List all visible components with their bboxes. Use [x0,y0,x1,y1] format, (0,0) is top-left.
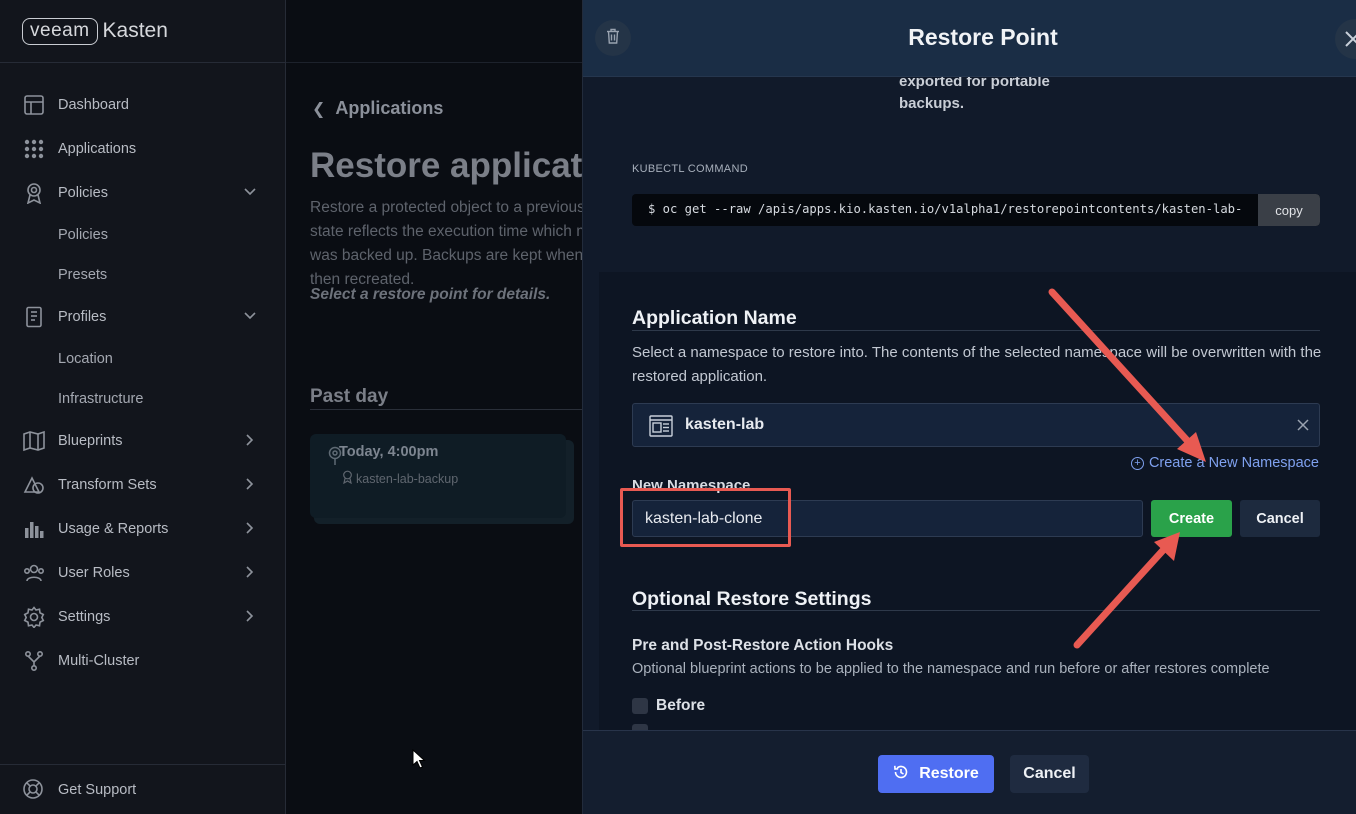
main-topbar [286,0,582,63]
blueprints-icon [22,429,46,453]
get-support-label: Get Support [58,781,137,798]
sidebar-item-label: Usage & Reports [58,521,169,537]
policy-icon [342,470,353,487]
back-label: Applications [335,98,444,118]
before-checkbox[interactable] [632,698,648,714]
create-new-namespace-label: Create a New Namespace [1148,455,1319,471]
kubectl-command[interactable]: $ oc get --raw /apis/apps.kio.kasten.io/… [648,202,1260,216]
transform-sets-icon [22,473,46,497]
kubectl-command-box: $ oc get --raw /apis/apps.kio.kasten.io/… [632,194,1320,226]
restore-point-panel: exported for portable backups. Restore P… [582,0,1356,814]
sidebar-item-applications[interactable]: Applications [0,127,285,171]
sidebar-item-label: Applications [58,141,137,157]
sidebar-item-usage-reports[interactable]: Usage & Reports [0,507,285,551]
sidebar-subitem-policies[interactable]: Policies [0,215,285,255]
optional-settings-heading: Optional Restore Settings [632,588,872,610]
cancel-namespace-button[interactable]: Cancel [1240,500,1320,537]
logo[interactable]: veeam Kasten [0,0,285,63]
chevron-right-icon[interactable] [243,609,257,627]
sidebar-item-policies[interactable]: Policies [0,171,285,215]
restore-icon [893,764,919,785]
select-hint: Select a restore point for details. [310,286,551,303]
policies-icon [22,181,46,205]
restore-label: Restore [919,765,979,782]
sidebar-item-label: Multi-Cluster [58,653,140,669]
sidebar-subitem-location[interactable]: Location [0,339,285,379]
divider [632,610,1320,611]
veeam-logo: veeam [22,17,98,45]
divider [310,409,582,410]
panel-title: Restore Point [908,24,1058,50]
divider [632,330,1320,331]
sidebar-item-label: Profiles [58,309,107,325]
profiles-icon [22,305,46,329]
sidebar-item-dashboard[interactable]: Dashboard [0,83,285,127]
get-support-link[interactable]: Get Support [0,764,285,814]
back-to-applications-link[interactable]: ❮ Applications [312,98,443,119]
chevron-right-icon[interactable] [243,477,257,495]
chevron-down-icon[interactable] [243,185,257,203]
sidebar-item-multi-cluster[interactable]: Multi-Cluster [0,639,285,683]
mouse-cursor-icon [412,748,426,774]
applications-icon [22,137,46,161]
dashboard-icon [22,93,46,117]
page-description: Restore a protected object to a previous… [310,199,582,288]
namespace-select[interactable]: kasten-lab [632,403,1320,447]
restore-point-name: kasten-lab-backup [356,471,459,486]
sidebar-item-transform-sets[interactable]: Transform Sets [0,463,285,507]
sidebar: veeam Kasten Dashboard Applications Poli… [0,0,286,814]
restore-point-policy: kasten-lab-backup [342,470,458,487]
main-content: ❮ Applications Restore application Resto… [286,0,582,814]
past-day-heading: Past day [310,386,389,407]
chevron-right-icon[interactable] [243,433,257,451]
chevron-left-icon: ❮ [312,100,326,118]
restore-button[interactable]: Restore [878,755,994,793]
sidebar-item-label: Policies [58,185,108,201]
sidebar-nav: Dashboard Applications Policies Policies… [0,63,285,683]
chevron-down-icon[interactable] [243,309,257,327]
sidebar-item-label: Settings [58,609,111,625]
chevron-right-icon[interactable] [243,521,257,539]
hooks-description: Optional blueprint actions to be applied… [632,661,1270,677]
usage-reports-icon [22,517,46,541]
create-new-namespace-link[interactable]: + Create a New Namespace [1130,455,1319,471]
kubectl-label: KUBECTL COMMAND [632,163,748,175]
settings-icon [22,605,46,629]
sidebar-item-profiles[interactable]: Profiles [0,295,285,339]
namespace-icon [649,414,673,443]
exported-note: exported for portable backups. [899,71,1050,115]
sidebar-subitem-infrastructure[interactable]: Infrastructure [0,379,285,419]
restore-point-time: Today, 4:00pm [339,444,439,460]
multi-cluster-icon [22,649,46,673]
application-name-heading: Application Name [632,307,797,329]
chevron-right-icon[interactable] [243,565,257,583]
copy-button[interactable]: copy [1258,194,1320,226]
before-label: Before [656,697,706,714]
sidebar-item-label: User Roles [58,565,130,581]
panel-header: Restore Point [583,0,1356,77]
exported-note-line2: backups. [899,95,965,112]
sidebar-subitem-presets[interactable]: Presets [0,255,285,295]
annotation-highlight-box [620,488,791,547]
sidebar-item-blueprints[interactable]: Blueprints [0,419,285,463]
kasten-logo-text: Kasten [102,19,168,42]
lifebuoy-icon [22,778,46,802]
sidebar-item-settings[interactable]: Settings [0,595,285,639]
application-name-description: Select a namespace to restore into. The … [632,344,1322,385]
sidebar-item-user-roles[interactable]: User Roles [0,551,285,595]
panel-footer: Restore Cancel [583,730,1356,814]
hooks-heading: Pre and Post-Restore Action Hooks [632,637,894,654]
app-root: veeam Kasten Dashboard Applications Poli… [0,0,1356,814]
selected-namespace: kasten-lab [685,416,765,433]
user-roles-icon [22,561,46,585]
clear-selection-icon[interactable] [1295,417,1311,438]
sidebar-item-label: Dashboard [58,97,129,113]
sidebar-item-label: Transform Sets [58,477,157,493]
create-namespace-button[interactable]: Create [1151,500,1232,537]
cancel-button[interactable]: Cancel [1010,755,1089,793]
page-title: Restore application [310,146,582,185]
sidebar-item-label: Blueprints [58,433,123,449]
plus-circle-icon: + [1130,456,1144,470]
before-hook-option[interactable]: Before [632,697,705,715]
